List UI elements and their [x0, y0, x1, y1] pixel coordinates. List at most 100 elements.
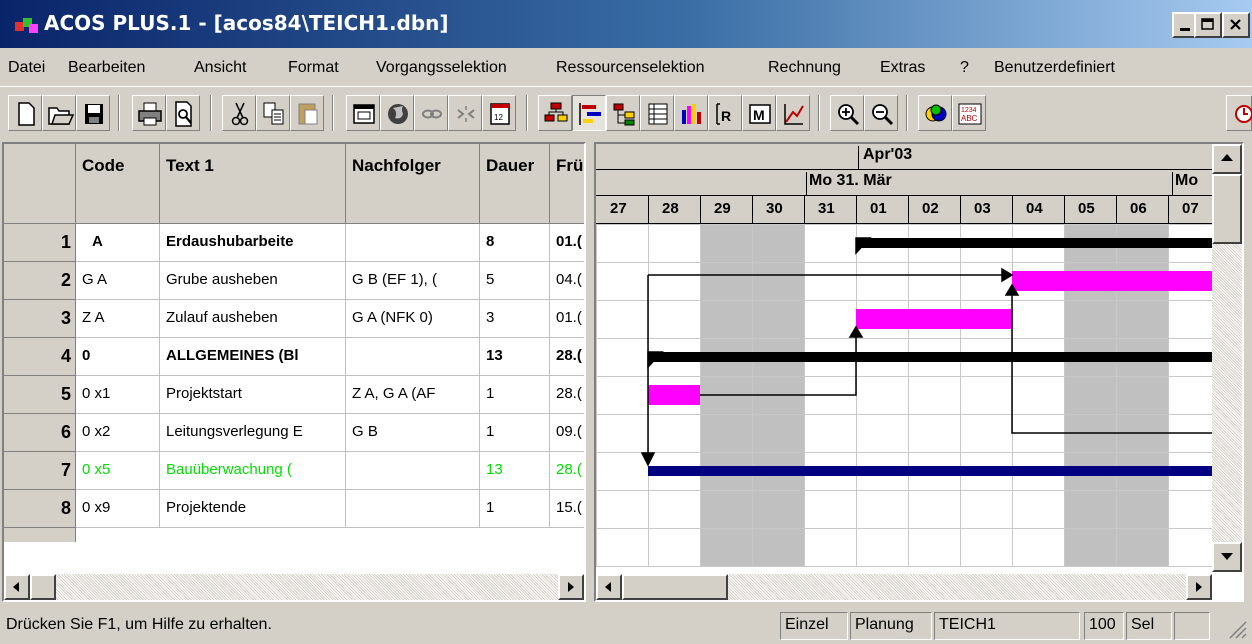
row-header-empty[interactable] [4, 528, 76, 542]
cell-code[interactable]: A [76, 224, 160, 262]
cell-dauer[interactable]: 13 [480, 338, 550, 376]
row-header[interactable]: 7 [4, 452, 76, 490]
zoom-in-button[interactable] [830, 95, 864, 131]
gantt-vertical-scrollbar[interactable] [1212, 144, 1242, 572]
cell-code[interactable]: 0 x9 [76, 490, 160, 528]
row-header[interactable]: 4 [4, 338, 76, 376]
cell-dauer[interactable]: 5 [480, 262, 550, 300]
globe-button[interactable] [380, 95, 414, 131]
window-button[interactable] [346, 95, 380, 131]
cell-nachfolger[interactable]: G B [346, 414, 480, 452]
cell-text1[interactable]: Zulauf ausheben [160, 300, 346, 338]
cell-nachfolger[interactable] [346, 490, 480, 528]
scroll-thumb[interactable] [30, 574, 56, 600]
column-header-dauer[interactable]: Dauer [480, 144, 550, 224]
cell-text1[interactable]: Erdaushubarbeite [160, 224, 346, 262]
cell-text1[interactable]: Grube ausheben [160, 262, 346, 300]
row-header[interactable]: 8 [4, 490, 76, 528]
cell-dauer[interactable]: 1 [480, 490, 550, 528]
gantt-horizontal-scrollbar[interactable] [596, 574, 1212, 600]
menu-ansicht[interactable]: Ansicht [194, 58, 246, 78]
scroll-thumb[interactable] [1212, 174, 1242, 244]
row-header[interactable]: 1 [4, 224, 76, 262]
close-button[interactable] [1222, 12, 1250, 38]
cell-text1[interactable]: Projektende [160, 490, 346, 528]
cell-start[interactable]: 01.( [550, 300, 584, 338]
cell-text1[interactable]: ALLGEMEINES (Bl [160, 338, 346, 376]
new-file-button[interactable] [8, 95, 42, 131]
cell-start[interactable]: 28.( [550, 376, 584, 414]
table-horizontal-scrollbar[interactable] [4, 574, 584, 600]
cell-code[interactable]: 0 [76, 338, 160, 376]
scroll-up-button[interactable] [1212, 144, 1242, 174]
cell-start[interactable]: 28.( [550, 338, 584, 376]
gantt-view-button[interactable] [572, 95, 606, 131]
cell-code[interactable]: 0 x2 [76, 414, 160, 452]
print-button[interactable] [132, 95, 166, 131]
number-format-button[interactable]: 1234 ABC [952, 95, 986, 131]
row-header[interactable]: 5 [4, 376, 76, 414]
menu-bearbeiten[interactable]: Bearbeiten [68, 58, 145, 78]
cell-nachfolger[interactable] [346, 338, 480, 376]
matrix-button[interactable]: M [742, 95, 776, 131]
ongoing-bar[interactable] [648, 466, 1212, 476]
cell-start[interactable]: 04.( [550, 262, 584, 300]
scroll-right-button[interactable] [1186, 574, 1212, 600]
cell-code[interactable]: 0 x5 [76, 452, 160, 490]
chart-button[interactable] [776, 95, 810, 131]
unlink-button[interactable] [448, 95, 482, 131]
cell-nachfolger[interactable]: G B (EF 1), ( [346, 262, 480, 300]
cell-nachfolger[interactable]: G A (NFK 0) [346, 300, 480, 338]
cell-dauer[interactable]: 1 [480, 376, 550, 414]
menu-datei[interactable]: Datei [8, 58, 45, 78]
cell-nachfolger[interactable]: Z A, G A (AF [346, 376, 480, 414]
circle-chart-button[interactable] [918, 95, 952, 131]
table-corner[interactable] [4, 144, 76, 224]
cell-start[interactable]: 09.( [550, 414, 584, 452]
column-header-start[interactable]: Frü [550, 144, 584, 224]
link-button[interactable] [414, 95, 448, 131]
row-header[interactable]: 2 [4, 262, 76, 300]
cell-dauer[interactable]: 8 [480, 224, 550, 262]
copy-button[interactable] [256, 95, 290, 131]
column-header-code[interactable]: Code [76, 144, 160, 224]
table-view-button[interactable] [640, 95, 674, 131]
cell-code[interactable]: G A [76, 262, 160, 300]
column-header-text1[interactable]: Text 1 [160, 144, 346, 224]
cell-start[interactable]: 15.( [550, 490, 584, 528]
cell-dauer[interactable]: 3 [480, 300, 550, 338]
menu-ressourcenselektion[interactable]: Ressourcenselektion [556, 58, 705, 78]
menu-format[interactable]: Format [288, 58, 339, 78]
cut-button[interactable] [222, 95, 256, 131]
pane-splitter[interactable] [586, 142, 594, 602]
row-header[interactable]: 3 [4, 300, 76, 338]
cell-dauer[interactable]: 1 [480, 414, 550, 452]
task-bar[interactable] [856, 309, 1012, 329]
cell-start[interactable]: 28.( [550, 452, 584, 490]
menu-rechnung[interactable]: Rechnung [768, 58, 841, 78]
histogram-button[interactable] [674, 95, 708, 131]
zoom-out-button[interactable] [864, 95, 898, 131]
cell-start[interactable]: 01.( [550, 224, 584, 262]
menu-vorgangsselektion[interactable]: Vorgangsselektion [376, 58, 507, 78]
cell-text1[interactable]: Bauüberwachung ( [160, 452, 346, 490]
summary-bar[interactable] [856, 238, 1212, 248]
tree-view-button[interactable] [606, 95, 640, 131]
cell-code[interactable]: 0 x1 [76, 376, 160, 414]
column-header-nachfolger[interactable]: Nachfolger [346, 144, 480, 224]
cell-dauer[interactable]: 13 [480, 452, 550, 490]
cell-text1[interactable]: Leitungsverlegung E [160, 414, 346, 452]
row-header[interactable]: 6 [4, 414, 76, 452]
paste-button[interactable] [290, 95, 324, 131]
scroll-right-button[interactable] [558, 574, 584, 600]
menu-help[interactable]: ? [960, 58, 969, 78]
print-preview-button[interactable] [166, 95, 200, 131]
summary-bar[interactable] [648, 352, 1212, 362]
task-bar[interactable] [1012, 271, 1212, 291]
resize-grip-icon[interactable] [1226, 618, 1248, 640]
clock-button[interactable] [1226, 95, 1252, 131]
network-view-button[interactable] [538, 95, 572, 131]
cell-code[interactable]: Z A [76, 300, 160, 338]
cell-text1[interactable]: Projektstart [160, 376, 346, 414]
menu-benutzerdefiniert[interactable]: Benutzerdefiniert [994, 58, 1115, 78]
